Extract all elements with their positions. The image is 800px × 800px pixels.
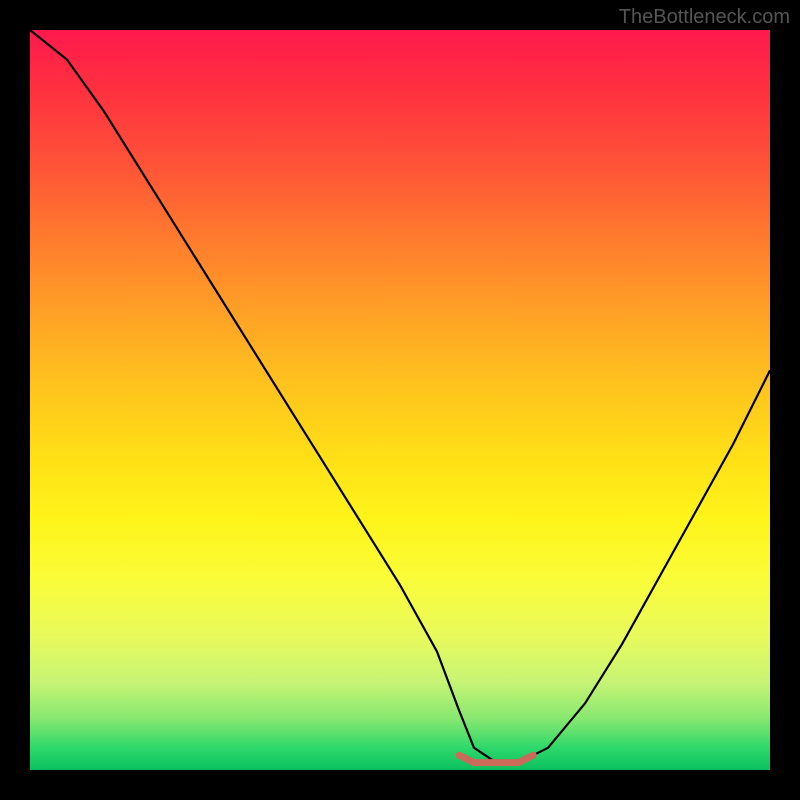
bottleneck-curve-path	[30, 30, 770, 763]
chart-svg	[30, 30, 770, 770]
bottom-marker-path	[459, 755, 533, 762]
plot-area	[30, 30, 770, 770]
chart-frame: TheBottleneck.com	[0, 0, 800, 800]
watermark-text: TheBottleneck.com	[619, 6, 790, 29]
